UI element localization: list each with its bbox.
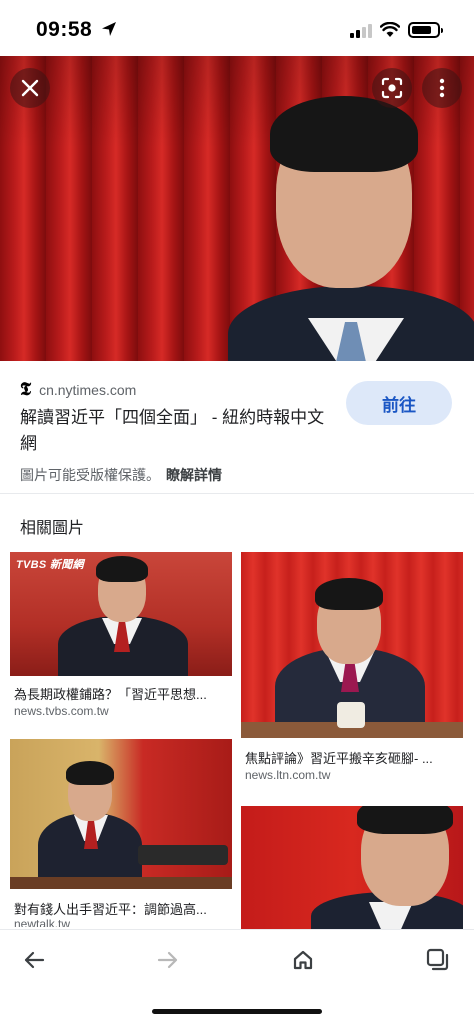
close-icon (21, 79, 39, 97)
related-image-card[interactable]: TVBS 新聞網 為長期政權鋪路？「習近平思想... news.tvbs.com… (10, 552, 232, 724)
status-bar: 09:58 (0, 0, 474, 58)
tabs-button[interactable] (420, 942, 456, 978)
copyright-notice: 圖片可能受版權保護。 瞭解詳情 (20, 465, 222, 485)
home-indicator[interactable] (152, 1009, 322, 1014)
related-image-title: 為長期政權鋪路？「習近平思想... (14, 687, 207, 702)
learn-more-link[interactable]: 瞭解詳情 (166, 467, 222, 483)
related-image (241, 806, 463, 929)
google-lens-button[interactable] (372, 68, 412, 108)
visit-button[interactable]: 前往 (346, 381, 452, 425)
related-image-source: newtalk.tw (14, 917, 71, 927)
divider (0, 493, 474, 494)
location-arrow-icon (102, 22, 116, 36)
source-domain: cn.nytimes.com (39, 381, 137, 398)
result-title[interactable]: 解讀習近平「四個全面」 - 紐約時報中文網 (20, 405, 338, 457)
related-image-source: news.tvbs.com.tw (14, 704, 109, 718)
related-image-card[interactable]: 對有錢人出手習近平：調節過高... newtalk.tw (10, 739, 232, 927)
related-image-title: 焦點評論》習近平搬辛亥砸腳- ... (245, 751, 433, 766)
related-image: TVBS 新聞網 (10, 552, 232, 676)
related-image (10, 739, 232, 889)
arrow-back-icon (24, 951, 45, 969)
google-lens-icon (381, 77, 403, 99)
source-row[interactable]: 𝕿 cn.nytimes.com (20, 379, 136, 400)
status-indicators (350, 20, 443, 40)
related-image-card[interactable]: 焦點評論》習近平搬辛亥砸腳- ... news.ltn.com.tw (241, 552, 463, 786)
close-button[interactable] (10, 68, 50, 108)
status-time: 09:58 (36, 18, 93, 41)
back-button[interactable] (16, 942, 52, 978)
site-logo: 𝕿 (20, 379, 32, 400)
more-vert-icon (439, 78, 445, 98)
tvbs-logo: TVBS 新聞網 (16, 559, 84, 571)
related-image-card[interactable] (241, 806, 463, 929)
related-image-source: news.ltn.com.tw (245, 768, 331, 782)
bottom-navigation-bar (0, 929, 474, 1024)
cellular-signal-icon (350, 22, 372, 38)
home-icon (293, 950, 313, 970)
battery-icon (408, 22, 443, 38)
home-button[interactable] (285, 942, 321, 978)
related-images-heading: 相關圖片 (20, 520, 85, 537)
wifi-icon (380, 22, 400, 37)
forward-button[interactable] (150, 942, 186, 978)
tabs-icon (426, 948, 449, 971)
hero-image[interactable] (0, 56, 474, 361)
more-options-button[interactable] (422, 68, 462, 108)
arrow-forward-icon (157, 951, 178, 969)
related-image-title: 對有錢人出手習近平：調節過高... (14, 902, 207, 917)
image-source-panel: 𝕿 cn.nytimes.com 解讀習近平「四個全面」 - 紐約時報中文網 前… (0, 361, 474, 493)
copyright-text: 圖片可能受版權保護。 (20, 467, 160, 483)
related-image (241, 552, 463, 738)
